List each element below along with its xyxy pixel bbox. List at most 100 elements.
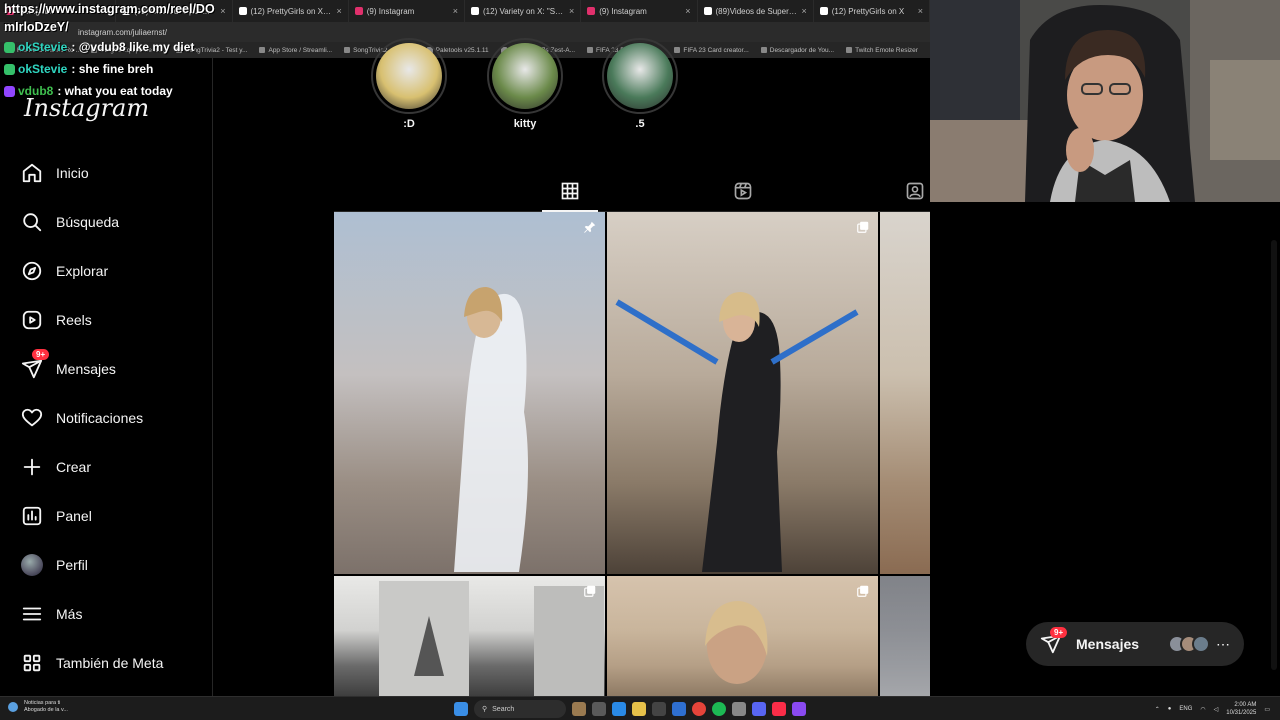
sidebar-item-plus[interactable]: Crear xyxy=(20,455,91,479)
browser-tab[interactable]: (9) Instagram × xyxy=(581,0,698,22)
chevron-up-icon[interactable]: ⌃ xyxy=(1155,706,1160,713)
clock-time: 2:00 AM xyxy=(1234,702,1257,708)
sidebar-item-label: También de Meta xyxy=(56,655,164,671)
tab-label: (12) PrettyGirls on X xyxy=(831,6,905,16)
sidebar-item-heart[interactable]: Notificaciones xyxy=(20,406,143,430)
wifi-icon[interactable]: ◠ xyxy=(1200,706,1205,713)
tab-close-icon[interactable]: × xyxy=(685,6,690,16)
chrome-icon[interactable] xyxy=(692,702,706,716)
sidebar-item-label: Crear xyxy=(56,459,92,475)
sidebar-item-compass[interactable]: Explorar xyxy=(20,259,108,283)
sidebar-item-home[interactable]: Inicio xyxy=(20,161,89,185)
steam-icon[interactable] xyxy=(732,702,746,716)
tab-close-icon[interactable]: × xyxy=(569,6,574,16)
volume-icon[interactable]: ◁ xyxy=(1214,706,1219,713)
sidebar-item-avatar[interactable]: Perfil xyxy=(20,553,88,577)
tab-favicon-icon xyxy=(354,7,363,15)
bookmark-item[interactable]: FIFA 23 Card creator... xyxy=(674,47,749,54)
tab-label: (12) Variety on X: "Sydne xyxy=(483,6,565,16)
chat-text: : what you eat today xyxy=(57,84,173,98)
plus-icon xyxy=(20,455,44,479)
browser-tab[interactable]: (12) PrettyGirls on X: "Sum× xyxy=(233,0,349,22)
store-icon[interactable] xyxy=(652,702,666,716)
sidebar-item-label: Perfil xyxy=(56,557,88,573)
taskbar-apps: ⚲ Search xyxy=(454,699,806,719)
highlight-cover xyxy=(487,38,563,114)
tab-label: (89)Videos de Superbad xyxy=(715,6,798,16)
edge-icon[interactable] xyxy=(612,702,626,716)
chat-text: : she fine breh xyxy=(71,62,154,76)
widgets-icon[interactable] xyxy=(572,702,586,716)
discord-icon[interactable] xyxy=(752,702,766,716)
bookmark-item[interactable]: Descargador de You... xyxy=(760,47,834,54)
bookmark-favicon-icon xyxy=(674,47,681,53)
taskbar-search[interactable]: ⚲ Search xyxy=(474,700,566,718)
browser-tab[interactable]: (89)Videos de Superbad × xyxy=(698,0,814,22)
bookmark-label: Paletools v25.1.11 xyxy=(435,46,489,54)
menu-icon xyxy=(20,602,44,626)
file-explorer-icon[interactable] xyxy=(632,702,646,716)
post-image xyxy=(334,576,605,696)
sidebar-item-label: Mensajes xyxy=(56,361,116,377)
reels-tab-icon[interactable] xyxy=(731,179,755,203)
chat-message: okStevie: she fine breh xyxy=(4,58,234,80)
bookmark-item[interactable]: Twitch Emote Resizer xyxy=(846,47,918,54)
chat-badge-icon xyxy=(4,85,15,97)
meta-icon xyxy=(20,651,44,675)
windows-start-icon[interactable] xyxy=(454,702,468,716)
story-highlight[interactable]: :D xyxy=(369,38,449,130)
tagged-tab-icon[interactable] xyxy=(903,179,927,203)
chat-message: okStevie: @vdub8 like my diet xyxy=(4,36,234,58)
sidebar-item-chart[interactable]: Panel xyxy=(20,504,92,528)
pin-icon xyxy=(583,220,597,234)
sidebar-item-menu[interactable]: Más xyxy=(20,602,82,626)
tab-close-icon[interactable]: × xyxy=(336,6,341,16)
post-tile[interactable] xyxy=(334,576,605,696)
search-icon: ⚲ xyxy=(482,706,488,713)
overlay-url-line-2: mIrloDzeY/ xyxy=(4,20,69,34)
sidebar-item-search[interactable]: Búsqueda xyxy=(20,210,119,234)
post-tile[interactable] xyxy=(334,212,605,574)
sidebar-item-messenger[interactable]: 9+ Mensajes xyxy=(20,349,116,381)
music-icon[interactable] xyxy=(772,702,786,716)
story-highlight[interactable]: kitty xyxy=(485,38,565,130)
windows-taskbar: Noticias para ti Abogado de la v... ⚲ Se… xyxy=(0,696,1280,720)
browser-tab[interactable]: (9) Instagram × xyxy=(349,0,465,22)
mic-icon[interactable]: ● xyxy=(1168,706,1172,712)
sidebar-item-label: Panel xyxy=(56,508,92,524)
stream-chat-overlay: https://www.instagram.com/reel/DO mIrloD… xyxy=(4,0,234,102)
page-scrollbar[interactable] xyxy=(1271,240,1277,670)
task-view-icon[interactable] xyxy=(592,702,606,716)
browser-tab[interactable]: (12) PrettyGirls on X × xyxy=(814,0,930,22)
post-image xyxy=(334,212,605,574)
tab-label: (9) Instagram xyxy=(366,6,415,16)
taskbar-search-label: Search xyxy=(492,705,515,713)
messages-pill[interactable]: 9+ Mensajes ⋯ xyxy=(1026,622,1244,666)
browser-tab[interactable]: (12) Variety on X: "Sydne × xyxy=(465,0,582,22)
tab-close-icon[interactable]: × xyxy=(918,6,923,16)
sidebar-item-label: Reels xyxy=(56,312,92,328)
sidebar-item-label: Inicio xyxy=(56,165,89,181)
carousel-icon xyxy=(583,584,597,598)
chat-lines: okStevie: @vdub8 like my diet okStevie: s… xyxy=(4,36,234,102)
post-tile[interactable] xyxy=(607,212,878,574)
post-tile[interactable] xyxy=(607,576,878,696)
bookmark-item[interactable]: App Store / Streamli... xyxy=(259,47,332,54)
tab-close-icon[interactable]: × xyxy=(801,6,806,16)
spotify-icon[interactable] xyxy=(712,702,726,716)
mail-icon[interactable] xyxy=(672,702,686,716)
sidebar-item-meta[interactable]: También de Meta xyxy=(20,651,163,675)
posts-grid-icon[interactable] xyxy=(558,179,582,203)
post-image xyxy=(607,212,878,574)
messages-pill-label: Mensajes xyxy=(1076,636,1140,652)
twitch-icon[interactable] xyxy=(792,702,806,716)
messenger-icon: 9+ xyxy=(1040,627,1068,655)
news-widget[interactable]: Noticias para ti Abogado de la v... xyxy=(8,700,68,714)
language-indicator[interactable]: ENG xyxy=(1179,706,1192,712)
clock[interactable]: 2:00 AM 10/31/2025 xyxy=(1226,701,1256,717)
sidebar-item-reels[interactable]: Reels xyxy=(20,308,92,332)
notification-icon[interactable]: ▭ xyxy=(1264,706,1270,713)
tab-close-icon[interactable]: × xyxy=(453,6,458,16)
story-highlight[interactable]: .5 xyxy=(600,38,680,130)
sidebar-item-label: Notificaciones xyxy=(56,410,144,426)
